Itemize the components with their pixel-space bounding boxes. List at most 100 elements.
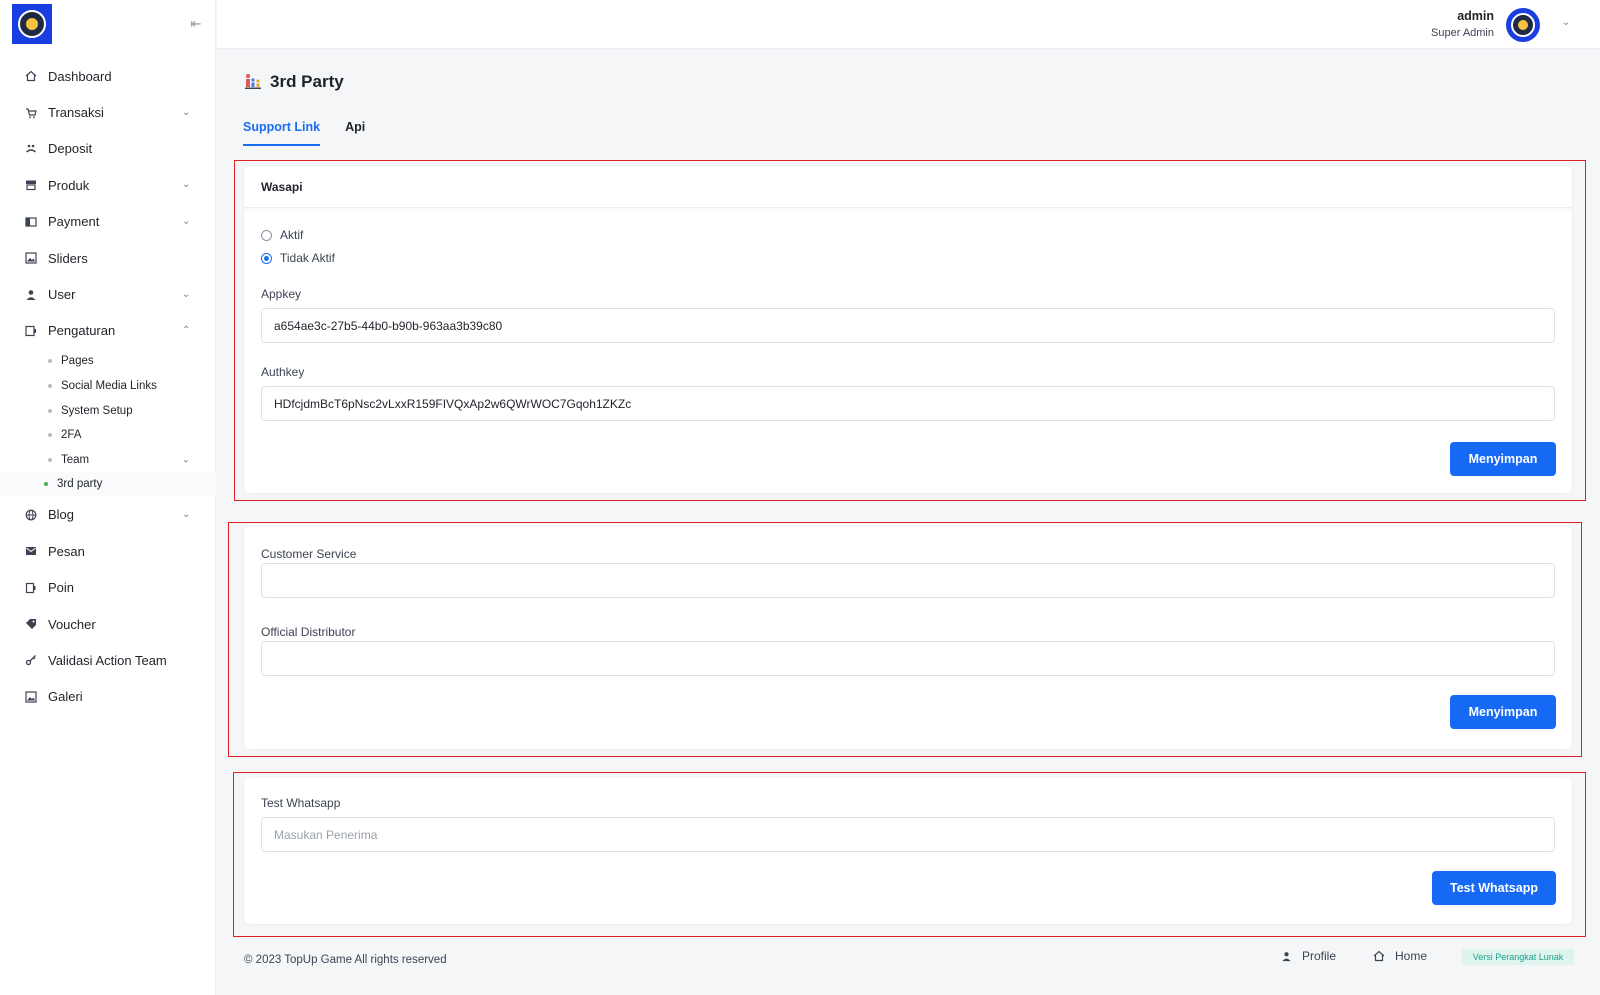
radio-aktif-label: Aktif: [280, 228, 304, 242]
sidebar-nav: Dashboard Transaksi ⌄ Deposit Produk ⌄ P…: [0, 58, 216, 715]
home-icon: [1373, 950, 1385, 962]
contacts-save-button[interactable]: Menyimpan: [1450, 695, 1556, 729]
customer-service-input[interactable]: [261, 563, 1555, 598]
bullet-icon: [48, 359, 52, 364]
user-role: Super Admin: [1431, 27, 1494, 39]
sidebar-item-label: Sliders: [48, 250, 88, 266]
sidebar-item-label: Poin: [48, 580, 75, 596]
official-distributor-input[interactable]: [261, 641, 1555, 676]
sidebar-item-dashboard[interactable]: Dashboard: [0, 58, 216, 94]
brand-logo[interactable]: [12, 4, 52, 44]
sidebar-subitem-2fa[interactable]: 2FA: [0, 423, 216, 448]
page-title-text: 3rd Party: [270, 72, 344, 91]
sidebar-subitem-label: 2FA: [61, 429, 82, 442]
chevron-down-icon: ⌄: [182, 508, 191, 520]
sidebar-item-sliders[interactable]: Sliders: [0, 240, 216, 276]
sidebar-item-label: Produk: [48, 177, 90, 193]
sidebar-item-poin[interactable]: Poin: [0, 569, 216, 605]
sidebar-item-label: Dashboard: [48, 68, 112, 84]
radio-aktif[interactable]: Aktif: [261, 228, 303, 242]
test-whatsapp-button[interactable]: Test Whatsapp: [1432, 871, 1556, 905]
authkey-input[interactable]: HDfcjdmBcT6pNsc2vLxxR159FIVQxAp2w6QWrWOC…: [261, 386, 1555, 421]
radio-tidak-aktif-label: Tidak Aktif: [280, 251, 335, 265]
sidebar-item-label: Validasi Action Team: [48, 652, 167, 668]
collapse-sidebar-icon[interactable]: ⇤: [188, 16, 204, 32]
sidebar-subitem-social-media-links[interactable]: Social Media Links: [0, 374, 216, 399]
tab-support-link[interactable]: Support Link: [243, 120, 321, 146]
sidebar-item-blog[interactable]: Blog ⌄: [0, 497, 216, 533]
mail-icon: [24, 544, 38, 558]
appkey-label: Appkey: [261, 287, 302, 301]
sidebar-item-label: Galeri: [48, 689, 83, 705]
chevron-down-icon: ⌄: [182, 179, 191, 191]
footer-home-link[interactable]: Home: [1373, 949, 1427, 963]
sidebar-item-deposit[interactable]: Deposit: [0, 131, 216, 167]
sidebar-item-payment[interactable]: Payment ⌄: [0, 204, 216, 240]
top-bar: admin Super Admin ⌄: [217, 0, 1600, 49]
sidebar-item-transaksi[interactable]: Transaksi ⌄: [0, 94, 216, 130]
image-icon: [24, 251, 38, 265]
bullet-icon: [44, 482, 48, 487]
sidebar-item-voucher[interactable]: Voucher: [0, 606, 216, 642]
sidebar-subitem-team[interactable]: Team ⌄: [0, 448, 216, 473]
radio-button-checked[interactable]: [261, 252, 272, 264]
chevron-down-icon: ⌄: [182, 288, 191, 300]
chevron-down-icon: ⌄: [182, 106, 191, 118]
footer-profile-label: Profile: [1302, 949, 1337, 963]
user-menu-chevron-down-icon[interactable]: ⌄: [1562, 17, 1570, 28]
sidebar-item-produk[interactable]: Produk ⌄: [0, 167, 216, 203]
points-icon: [24, 581, 38, 595]
chevron-down-icon: ⌄: [181, 454, 190, 466]
deposit-icon: [24, 142, 38, 156]
home-icon: [24, 69, 38, 83]
sidebar-item-label: Transaksi: [48, 105, 104, 121]
wasapi-card-title: Wasapi: [244, 166, 1572, 208]
customer-service-label: Customer Service: [261, 547, 357, 561]
sidebar-subitem-label: Pages: [61, 355, 94, 368]
sidebar-subitem-label: Social Media Links: [61, 380, 157, 393]
sidebar: ⇤ Dashboard Transaksi ⌄ Deposit Produk ⌄…: [0, 0, 216, 995]
footer-copyright: © 2023 TopUp Game All rights reserved: [244, 954, 447, 966]
contacts-card: Customer Service Official Distributor Me…: [244, 527, 1572, 749]
footer-home-label: Home: [1395, 949, 1428, 963]
authkey-label: Authkey: [261, 365, 305, 379]
wallet-icon: [24, 215, 38, 229]
store-icon: [24, 178, 38, 192]
sidebar-item-label: Payment: [48, 214, 100, 230]
sidebar-subitem-3rd-party[interactable]: 3rd party: [0, 472, 216, 497]
recipient-input[interactable]: Masukan Penerima: [261, 817, 1555, 852]
sidebar-item-label: Deposit: [48, 141, 93, 157]
page-title: 3rd Party: [244, 72, 344, 92]
settings-icon: [24, 324, 38, 338]
sidebar-item-label: Blog: [48, 507, 75, 523]
sidebar-item-pesan[interactable]: Pesan: [0, 533, 216, 569]
footer-profile-link[interactable]: Profile: [1280, 949, 1336, 963]
bullet-icon: [48, 433, 52, 438]
sidebar-subitem-pages[interactable]: Pages: [0, 349, 216, 374]
sidebar-item-pengaturan[interactable]: Pengaturan ⌃: [0, 313, 216, 349]
sidebar-subitem-system-setup[interactable]: System Setup: [0, 398, 216, 423]
tag-icon: [24, 617, 38, 631]
official-distributor-label: Official Distributor: [261, 625, 356, 639]
sidebar-item-user[interactable]: User ⌄: [0, 276, 216, 312]
sidebar-item-galeri[interactable]: Galeri: [0, 679, 216, 715]
appkey-input[interactable]: a654ae3c-27b5-44b0-b90b-963aa3b39c80: [261, 308, 1555, 343]
radio-button[interactable]: [261, 229, 272, 241]
radio-tidak-aktif[interactable]: Tidak Aktif: [261, 251, 335, 265]
bullet-icon: [48, 384, 52, 389]
user-name: admin: [1457, 9, 1494, 23]
test-whatsapp-card: Test Whatsapp Masukan Penerima Test What…: [244, 778, 1572, 924]
gallery-icon: [24, 690, 38, 704]
chevron-up-icon: ⌃: [182, 324, 191, 336]
sidebar-item-label: Voucher: [48, 616, 96, 632]
sidebar-subitem-label: Team: [61, 453, 90, 466]
tab-bar: Support Link Api: [243, 120, 390, 146]
sidebar-subitem-label: System Setup: [61, 404, 133, 417]
wasapi-card: Wasapi Aktif Tidak Aktif Appkey a654ae3c…: [244, 166, 1572, 493]
bullet-icon: [48, 408, 52, 413]
sidebar-item-label: Pesan: [48, 543, 85, 559]
wasapi-save-button[interactable]: Menyimpan: [1450, 442, 1556, 476]
sidebar-item-validasi-action-team[interactable]: Validasi Action Team: [0, 642, 216, 678]
avatar[interactable]: [1506, 8, 1540, 42]
tab-api[interactable]: Api: [345, 120, 365, 146]
